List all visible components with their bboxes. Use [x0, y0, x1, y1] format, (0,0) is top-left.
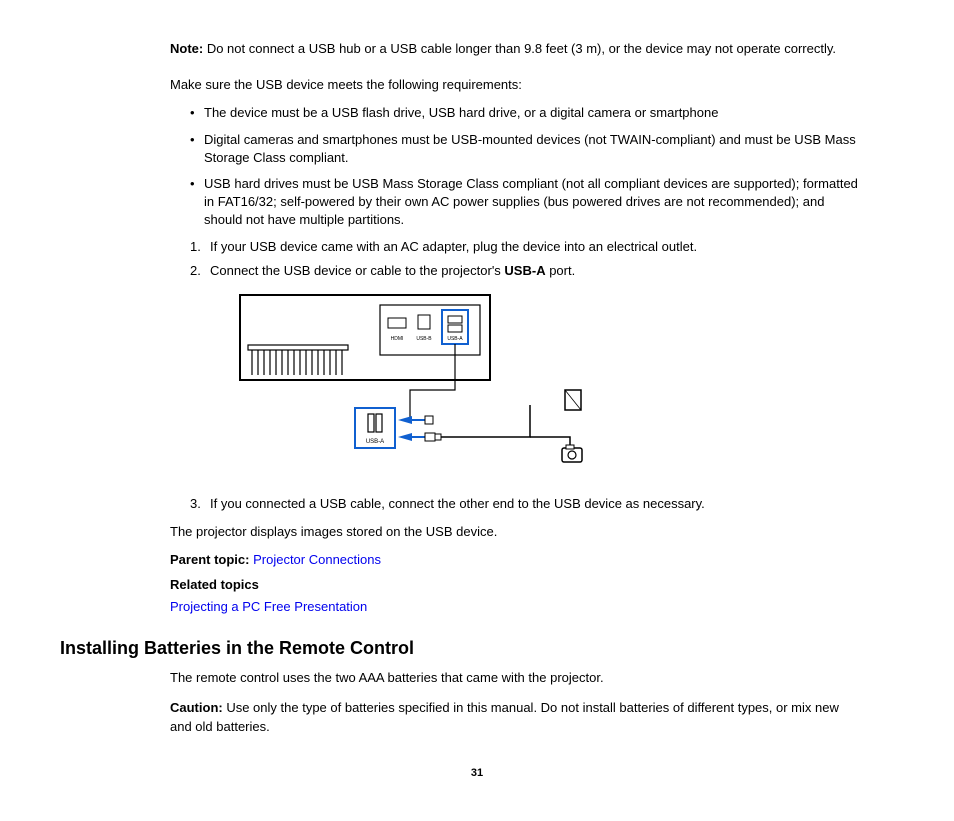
parent-topic: Parent topic: Projector Connections	[170, 551, 864, 569]
hdmi-port-label: HDMI	[391, 336, 404, 342]
requirements-intro: Make sure the USB device meets the follo…	[170, 76, 864, 94]
list-item: USB hard drives must be USB Mass Storage…	[190, 175, 864, 230]
usbb-port-label: USB-B	[416, 336, 432, 342]
note-label: Note:	[170, 41, 203, 56]
requirements-list: The device must be a USB flash drive, US…	[170, 104, 864, 229]
note-paragraph: Note: Do not connect a USB hub or a USB …	[170, 40, 864, 58]
page-number: 31	[60, 766, 894, 781]
result-text: The projector displays images stored on …	[170, 523, 864, 541]
list-item: The device must be a USB flash drive, US…	[190, 104, 864, 122]
note-text: Do not connect a USB hub or a USB cable …	[203, 41, 836, 56]
list-item: 2. Connect the USB device or cable to th…	[190, 262, 864, 280]
parent-topic-label: Parent topic:	[170, 552, 249, 567]
steps-list-1: 1. If your USB device came with an AC ad…	[170, 238, 864, 280]
related-topics-label: Related topics	[170, 576, 864, 594]
section-intro: The remote control uses the two AAA batt…	[170, 669, 864, 687]
usba-port-label: USB-A	[447, 336, 463, 342]
parent-topic-link[interactable]: Projector Connections	[253, 552, 381, 567]
steps-list-2: 3. If you connected a USB cable, connect…	[170, 495, 864, 513]
caution-text: Use only the type of batteries specified…	[170, 700, 839, 733]
list-item: Digital cameras and smartphones must be …	[190, 131, 864, 167]
caution-paragraph: Caution: Use only the type of batteries …	[170, 699, 864, 735]
connection-diagram: HDMI USB-B USB-A USB-A	[230, 290, 864, 475]
list-item: 3. If you connected a USB cable, connect…	[190, 495, 864, 513]
usba-callout-label: USB-A	[366, 439, 384, 445]
list-item: 1. If your USB device came with an AC ad…	[190, 238, 864, 256]
caution-label: Caution:	[170, 700, 223, 715]
section-heading: Installing Batteries in the Remote Contr…	[60, 636, 864, 661]
related-topic-link[interactable]: Projecting a PC Free Presentation	[170, 599, 367, 614]
